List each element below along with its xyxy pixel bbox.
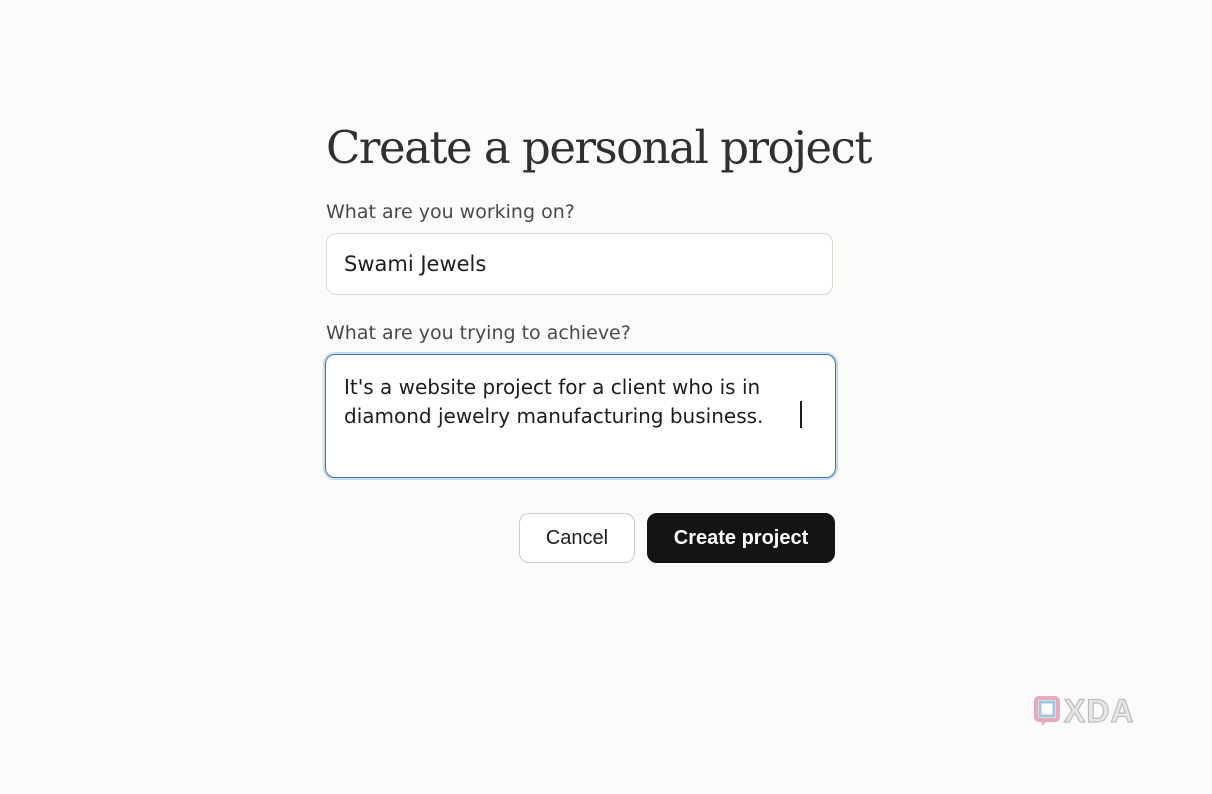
project-name-input[interactable] — [326, 233, 833, 295]
create-project-button[interactable]: Create project — [647, 513, 835, 563]
create-project-form: Create a personal project What are you w… — [325, 118, 872, 563]
text-cursor — [800, 401, 802, 428]
xda-watermark: XDA — [1034, 693, 1135, 729]
watermark-text: XDA — [1063, 693, 1135, 729]
achieve-label: What are you trying to achieve? — [326, 322, 631, 344]
working-on-label: What are you working on? — [326, 201, 575, 223]
cancel-button[interactable]: Cancel — [519, 513, 635, 563]
xda-logo-icon — [1034, 696, 1060, 726]
page-title: Create a personal project — [326, 121, 872, 174]
project-goal-textarea[interactable]: It's a website project for a client who … — [325, 354, 836, 478]
